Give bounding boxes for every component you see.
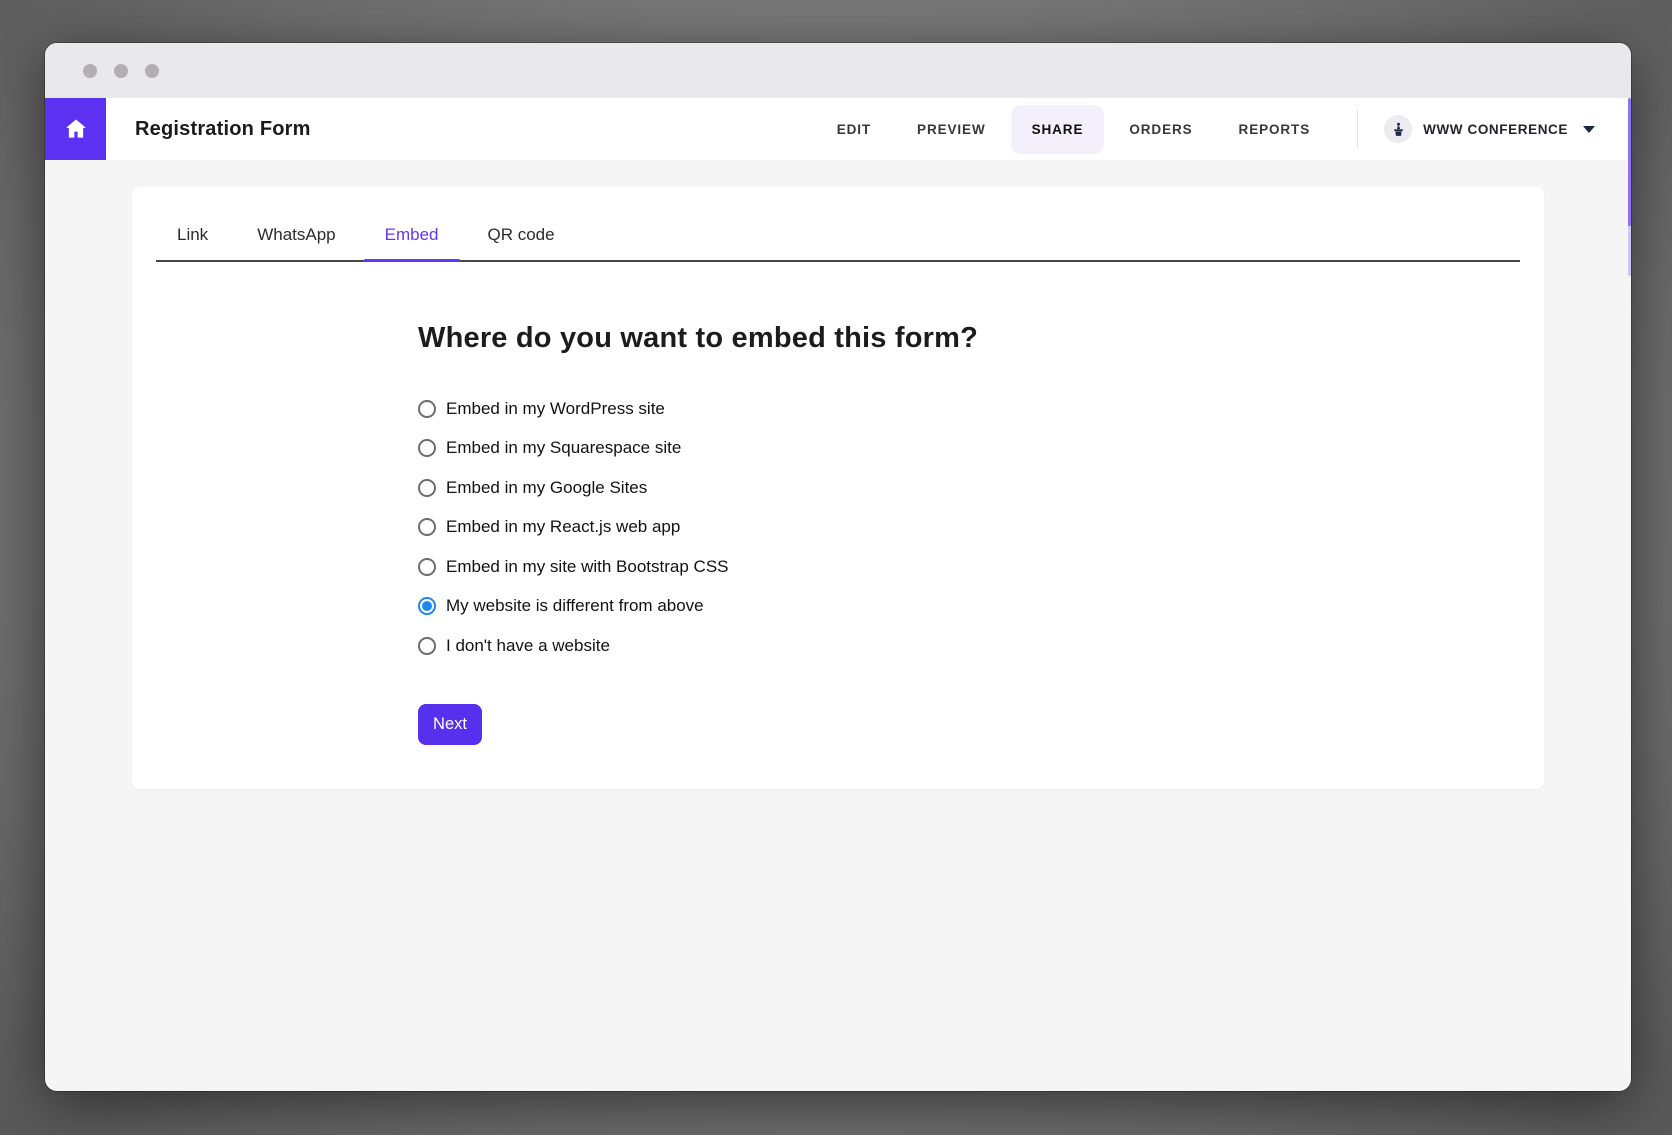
window-control-dot[interactable]	[114, 64, 128, 78]
home-button[interactable]	[45, 98, 106, 160]
nav-item-edit[interactable]: EDIT	[816, 105, 892, 154]
account-name: WWW CONFERENCE	[1423, 122, 1568, 137]
radio-label: I don't have a website	[446, 636, 610, 656]
nav-item-orders[interactable]: ORDERS	[1108, 105, 1213, 154]
embed-options-group: Embed in my WordPress site Embed in my S…	[418, 389, 1544, 666]
radio-icon[interactable]	[418, 637, 436, 655]
radio-option-bootstrap[interactable]: Embed in my site with Bootstrap CSS	[418, 547, 1544, 587]
account-menu[interactable]: WWW CONFERENCE	[1384, 115, 1595, 143]
tab-link[interactable]: Link	[156, 214, 229, 260]
radio-option-wordpress[interactable]: Embed in my WordPress site	[418, 389, 1544, 429]
nav-item-reports[interactable]: REPORTS	[1218, 105, 1332, 154]
radio-label: Embed in my site with Bootstrap CSS	[446, 557, 729, 577]
browser-window: Registration Form EDIT PREVIEW SHARE ORD…	[45, 43, 1631, 1091]
home-icon	[63, 116, 89, 142]
radio-label: Embed in my React.js web app	[446, 517, 680, 537]
podium-speaker-icon	[1390, 121, 1407, 138]
window-control-dot[interactable]	[145, 64, 159, 78]
radio-icon[interactable]	[418, 558, 436, 576]
top-nav: EDIT PREVIEW SHARE ORDERS REPORTS WWW CO…	[814, 105, 1631, 154]
tab-embed[interactable]: Embed	[364, 214, 460, 260]
radio-label: My website is different from above	[446, 596, 704, 616]
radio-icon[interactable]	[418, 400, 436, 418]
tab-qr-code[interactable]: QR code	[467, 214, 576, 260]
radio-option-google-sites[interactable]: Embed in my Google Sites	[418, 468, 1544, 508]
radio-label: Embed in my WordPress site	[446, 399, 665, 419]
window-titlebar	[45, 43, 1631, 98]
embed-question-heading: Where do you want to embed this form?	[418, 322, 1544, 355]
chevron-down-icon	[1583, 126, 1595, 133]
radio-label: Embed in my Google Sites	[446, 478, 647, 498]
radio-option-no-website[interactable]: I don't have a website	[418, 626, 1544, 666]
nav-item-share[interactable]: SHARE	[1011, 105, 1105, 154]
radio-icon[interactable]	[418, 597, 436, 615]
radio-icon[interactable]	[418, 518, 436, 536]
tab-whatsapp[interactable]: WhatsApp	[236, 214, 356, 260]
app-header: Registration Form EDIT PREVIEW SHARE ORD…	[45, 98, 1631, 160]
share-card: Link WhatsApp Embed QR code Where do you…	[132, 187, 1544, 789]
radio-icon[interactable]	[418, 479, 436, 497]
scrollbar-thumb[interactable]	[1628, 98, 1631, 276]
radio-label: Embed in my Squarespace site	[446, 438, 681, 458]
radio-option-different-website[interactable]: My website is different from above	[418, 587, 1544, 627]
nav-divider	[1357, 110, 1358, 148]
organization-avatar	[1384, 115, 1412, 143]
page-content: Link WhatsApp Embed QR code Where do you…	[45, 187, 1631, 1091]
radio-option-react[interactable]: Embed in my React.js web app	[418, 508, 1544, 548]
page-title: Registration Form	[135, 118, 311, 141]
radio-icon[interactable]	[418, 439, 436, 457]
share-tabs: Link WhatsApp Embed QR code	[156, 187, 1520, 262]
next-button[interactable]: Next	[418, 704, 482, 745]
nav-item-preview[interactable]: PREVIEW	[896, 105, 1007, 154]
window-control-dot[interactable]	[83, 64, 97, 78]
radio-option-squarespace[interactable]: Embed in my Squarespace site	[418, 429, 1544, 469]
